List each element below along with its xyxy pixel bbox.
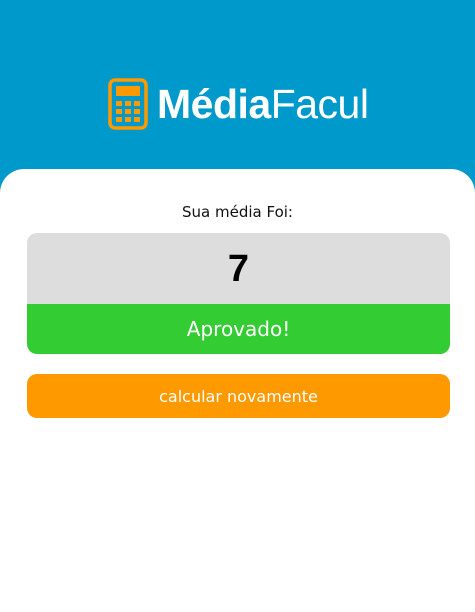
recalculate-button[interactable]: calcular novamente — [27, 374, 450, 418]
brand-name-light: Facul — [270, 80, 369, 127]
status-banner: Aprovado! — [27, 304, 450, 354]
brand-logo: MédiaFacul — [108, 77, 369, 131]
calculator-icon — [108, 78, 148, 130]
brand-name-bold: Média — [157, 80, 271, 127]
status-text: Aprovado! — [186, 317, 291, 341]
result-box: 7 Aprovado! — [27, 233, 450, 354]
brand-name: MédiaFacul — [157, 80, 369, 127]
grade-display: 7 — [27, 233, 450, 304]
grade-value: 7 — [227, 247, 250, 290]
page: MédiaFacul Sua média Foi: 7 Aprovado! ca… — [0, 0, 475, 612]
result-label: Sua média Foi: — [182, 203, 293, 221]
